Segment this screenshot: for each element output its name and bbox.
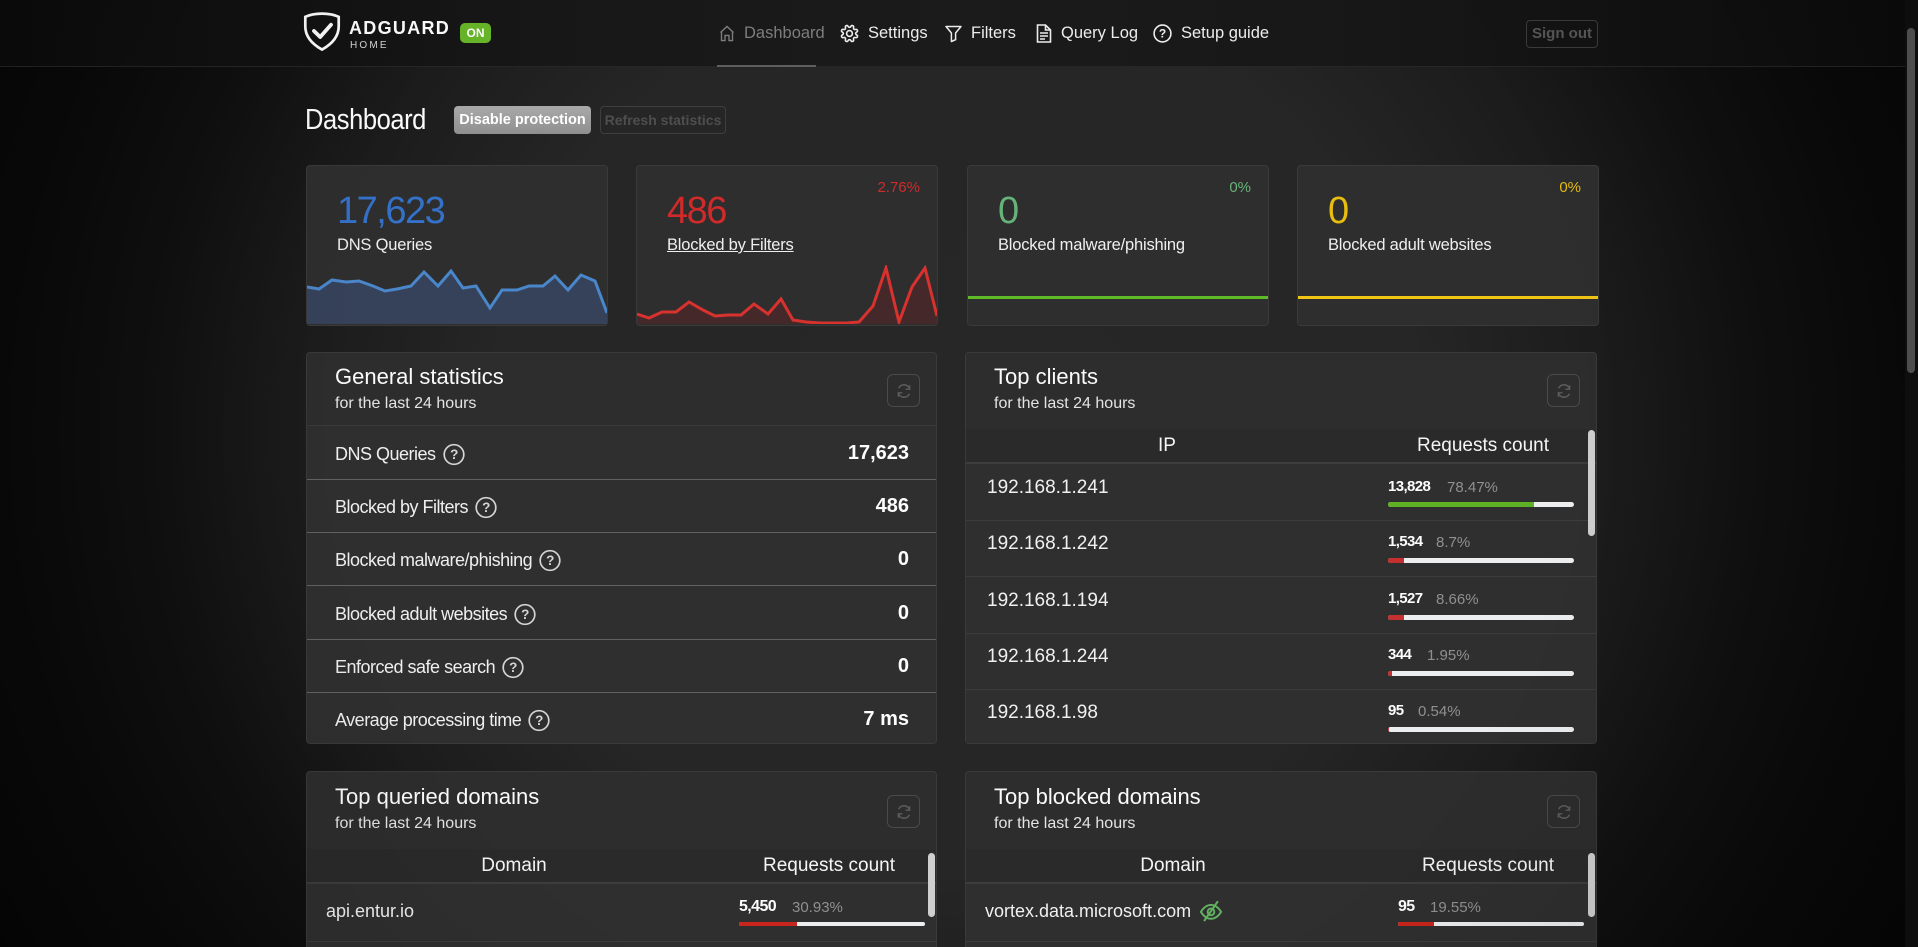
svg-text:?: ? — [546, 553, 554, 568]
svg-text:?: ? — [482, 500, 490, 515]
svg-text:?: ? — [535, 713, 543, 728]
svg-text:?: ? — [509, 660, 517, 675]
svg-text:?: ? — [521, 607, 529, 622]
svg-text:?: ? — [1159, 27, 1166, 41]
svg-text:?: ? — [450, 447, 458, 462]
